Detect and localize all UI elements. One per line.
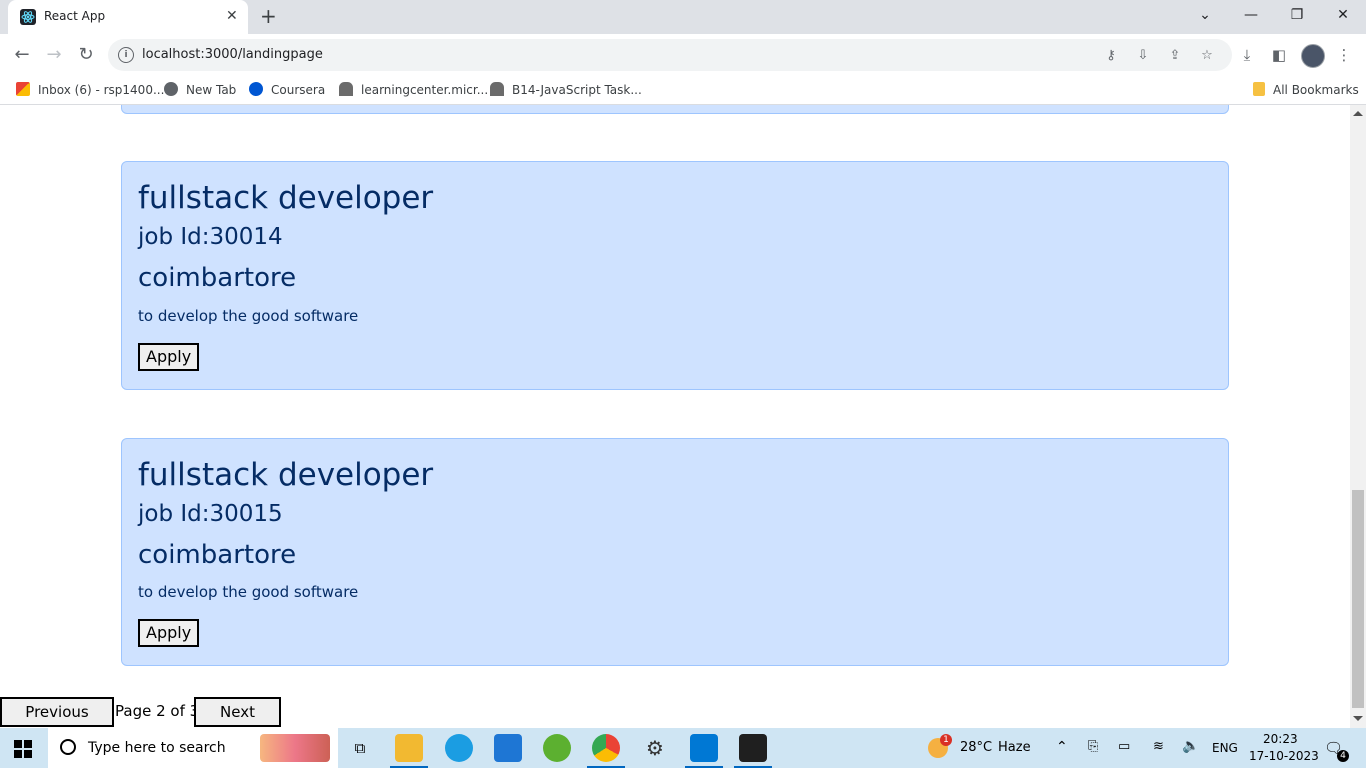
profile-avatar[interactable] [1301, 44, 1325, 68]
spring-tool-icon[interactable] [543, 734, 571, 762]
bookmark-label: Inbox (6) - rsp1400... [38, 83, 165, 97]
taskbar-search[interactable]: Type here to search [48, 728, 338, 768]
tab-close-icon[interactable]: ✕ [226, 8, 238, 24]
weather-temp[interactable]: 28°C [960, 740, 992, 755]
notification-count: 4 [1337, 750, 1349, 762]
person-icon [339, 82, 353, 96]
install-app-icon[interactable]: ⇩ [1134, 47, 1152, 65]
battery-icon[interactable]: ▭ [1118, 739, 1130, 754]
minimize-button[interactable]: — [1241, 5, 1261, 25]
task-view-icon[interactable]: ⧉ [346, 734, 374, 762]
site-info-icon[interactable]: i [118, 47, 134, 63]
job-card: fullstack developer job Id:30014 coimbar… [121, 161, 1229, 390]
close-window-button[interactable]: ✕ [1333, 5, 1353, 25]
scroll-down-arrow-icon[interactable] [1353, 716, 1363, 721]
job-location: coimbartore [138, 263, 297, 293]
browser-tab[interactable]: React App ✕ [8, 0, 248, 34]
page-status: Page 2 of 3 [115, 702, 200, 720]
bookmark-label: Coursera [271, 83, 326, 97]
bookmark-new-tab[interactable]: New Tab [164, 82, 236, 97]
coursera-icon [249, 82, 263, 96]
back-arrow-icon[interactable]: ← [11, 44, 33, 66]
windows-taskbar: Type here to search ⧉ ⚙ 1 28°C Haze ⌃ ⎘ … [0, 728, 1366, 768]
file-explorer-icon[interactable] [395, 734, 423, 762]
browser-toolbar: ← → ↻ i localhost:3000/landingpage ⚷ ⇩ ⇪… [0, 34, 1366, 76]
vertical-scrollbar[interactable] [1350, 105, 1366, 728]
search-icon [60, 739, 76, 755]
apply-button[interactable]: Apply [138, 343, 200, 371]
apply-button[interactable]: Apply [138, 619, 200, 647]
side-panel-icon[interactable]: ◧ [1269, 45, 1289, 65]
vscode-icon[interactable] [690, 734, 718, 762]
all-bookmarks-label: All Bookmarks [1273, 83, 1359, 97]
search-highlight-image [260, 734, 330, 762]
bookmark-gmail[interactable]: Inbox (6) - rsp1400... [16, 82, 164, 97]
clock-date[interactable]: 17-10-2023 [1249, 749, 1319, 763]
folder-icon [1253, 82, 1265, 96]
react-favicon-icon [20, 9, 36, 25]
terminal-icon[interactable] [739, 734, 767, 762]
bookmark-label: B14-JavaScript Task... [512, 83, 642, 97]
address-bar[interactable]: i localhost:3000/landingpage ⚷ ⇩ ⇪ ☆ [108, 39, 1232, 71]
reload-icon[interactable]: ↻ [75, 44, 97, 66]
wifi-icon[interactable]: ≋ [1153, 739, 1164, 754]
job-description: to develop the good software [138, 307, 359, 325]
settings-gear-icon[interactable]: ⚙ [641, 734, 669, 762]
bookmark-label: learningcenter.micr... [361, 83, 489, 97]
person-icon [490, 82, 504, 96]
job-id: job Id:30014 [138, 224, 283, 250]
bookmark-coursera[interactable]: Coursera [249, 82, 325, 97]
password-key-icon[interactable]: ⚷ [1102, 47, 1120, 65]
chrome-icon[interactable] [592, 734, 620, 762]
next-page-button[interactable]: Next Page [194, 697, 281, 727]
forward-arrow-icon[interactable]: → [43, 44, 65, 66]
weather-desc[interactable]: Haze [998, 740, 1031, 755]
tray-overflow-chevron-icon[interactable]: ⌃ [1056, 739, 1068, 755]
bookmark-star-icon[interactable]: ☆ [1198, 47, 1216, 65]
job-card-previous [121, 105, 1229, 114]
tab-title: React App [44, 9, 106, 23]
language-indicator[interactable]: ENG [1212, 741, 1238, 755]
bookmarks-bar: Inbox (6) - rsp1400... New Tab Coursera … [0, 76, 1366, 105]
bookmark-learningcenter[interactable]: learningcenter.micr... [339, 82, 488, 97]
bookmark-label: New Tab [186, 83, 237, 97]
downloads-icon[interactable]: ⤓ [1237, 45, 1257, 65]
job-title: fullstack developer [138, 180, 434, 216]
tab-strip: React App ✕ + ⌄ — ❐ ✕ [0, 0, 1366, 34]
volume-icon[interactable]: 🔈 [1182, 738, 1199, 754]
mail-icon[interactable] [494, 734, 522, 762]
clock-time[interactable]: 20:23 [1263, 732, 1298, 746]
weather-badge: 1 [940, 734, 952, 746]
url-text[interactable]: localhost:3000/landingpage [142, 47, 323, 62]
search-placeholder: Type here to search [88, 740, 226, 756]
tab-search-chevron-icon[interactable]: ⌄ [1195, 5, 1215, 25]
all-bookmarks-folder[interactable]: All Bookmarks [1253, 82, 1359, 97]
job-id: job Id:30015 [138, 501, 283, 527]
job-location: coimbartore [138, 540, 297, 570]
restore-button[interactable]: ❐ [1287, 5, 1307, 25]
previous-page-button[interactable]: Previous Page [0, 697, 114, 727]
bookmark-b14-task[interactable]: B14-JavaScript Task... [490, 82, 642, 97]
edge-icon[interactable] [445, 734, 473, 762]
page-viewport: fullstack developer job Id:30014 coimbar… [0, 105, 1350, 728]
gmail-icon [16, 82, 30, 96]
windows-start-icon[interactable] [14, 740, 32, 758]
scroll-thumb[interactable] [1352, 490, 1364, 708]
menu-kebab-icon[interactable]: ⋮ [1334, 45, 1354, 65]
new-tab-button[interactable]: + [260, 6, 277, 26]
job-title: fullstack developer [138, 457, 434, 493]
share-icon[interactable]: ⇪ [1166, 47, 1184, 65]
job-description: to develop the good software [138, 583, 359, 601]
globe-icon [164, 82, 178, 96]
meet-now-icon[interactable]: ⎘ [1088, 739, 1098, 754]
job-card: fullstack developer job Id:30015 coimbar… [121, 438, 1229, 666]
scroll-up-arrow-icon[interactable] [1353, 111, 1363, 116]
